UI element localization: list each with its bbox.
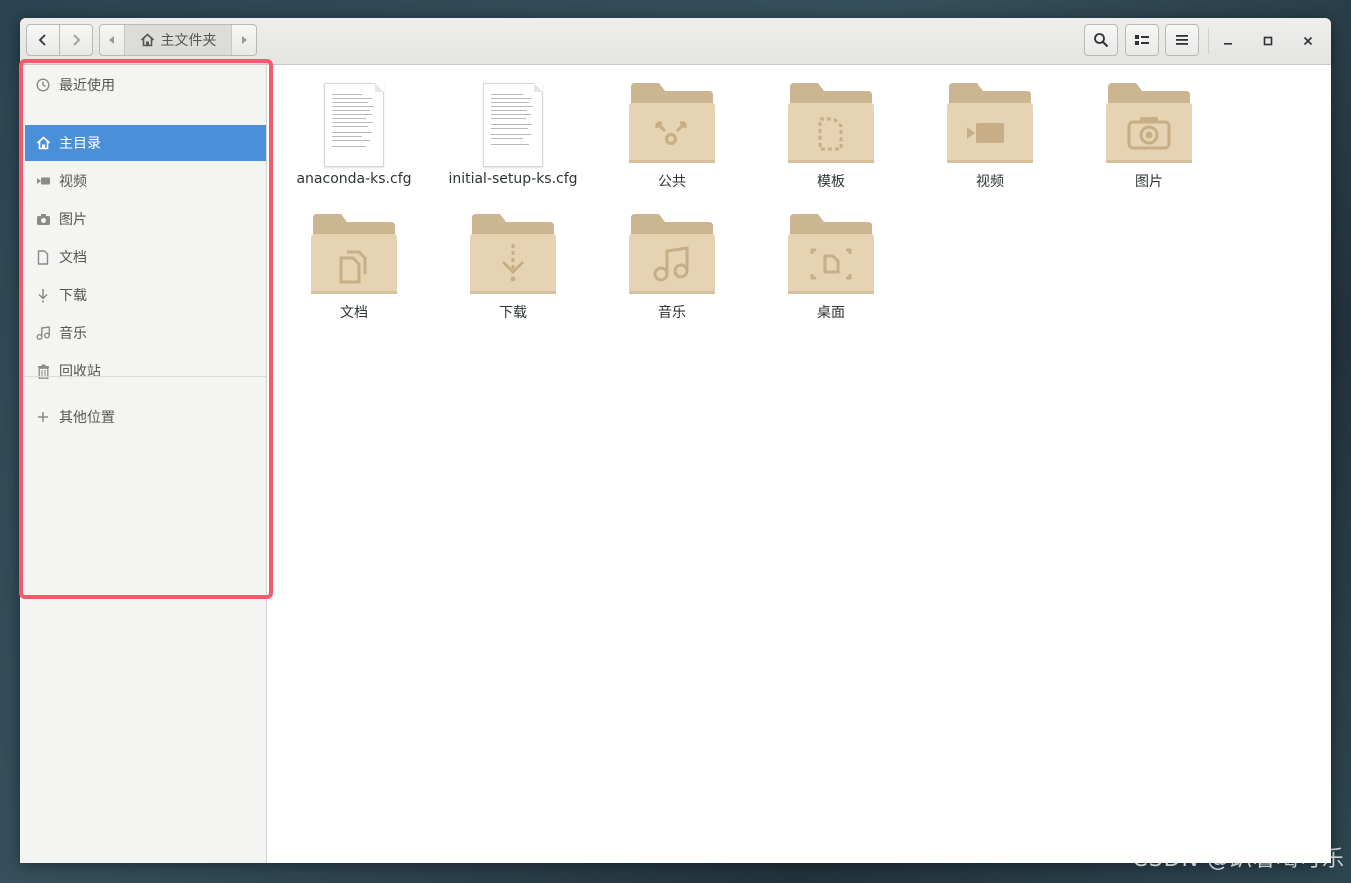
download-icon xyxy=(35,287,51,303)
sidebar-item-recent[interactable]: 最近使用 xyxy=(25,67,266,103)
sidebar-item-label: 回收站 xyxy=(59,364,101,380)
path-item-label: 主文件夹 xyxy=(160,33,217,49)
forward-button[interactable] xyxy=(59,24,93,56)
folder-videos-icon xyxy=(945,77,1035,167)
video-icon xyxy=(35,173,51,189)
path-scroll-right-button[interactable] xyxy=(231,25,256,55)
minimize-button[interactable] xyxy=(1215,28,1241,54)
view-mode-button[interactable] xyxy=(1125,24,1159,56)
file-item[interactable]: anaconda-ks.cfg xyxy=(284,77,424,197)
maximize-icon xyxy=(1263,36,1273,46)
folder-name: 模板 xyxy=(817,174,845,190)
sidebar-item-label: 最近使用 xyxy=(59,78,115,94)
folder-item[interactable]: 视频 xyxy=(920,77,1060,197)
camera-icon xyxy=(35,211,51,227)
sidebar: 最近使用 主目录 视频 图片 文档 下载 音乐 回收站 其他位置 xyxy=(20,65,267,863)
folder-documents-icon xyxy=(309,208,399,298)
folder-name: 图片 xyxy=(1135,174,1163,190)
sidebar-item-label: 主目录 xyxy=(59,136,101,152)
file-grid: anaconda-ks.cfg initial-setup-ks.cfg 公共 … xyxy=(267,65,1331,863)
sidebar-item-downloads[interactable]: 下载 xyxy=(25,277,266,313)
sidebar-item-label: 视频 xyxy=(59,174,87,190)
sidebar-item-label: 图片 xyxy=(59,212,87,228)
folder-name: 文档 xyxy=(340,305,368,321)
file-manager-window: 主文件夹 最近使用 主目录 视频 图片 文档 下载 音乐 回收站 其他位置 an… xyxy=(20,18,1331,863)
triangle-right-icon xyxy=(242,36,247,44)
triangle-left-icon xyxy=(109,36,114,44)
text-file-icon xyxy=(309,77,399,167)
text-file-icon xyxy=(468,77,558,167)
sidebar-item-label: 下载 xyxy=(59,288,87,304)
folder-item[interactable]: 桌面 xyxy=(761,208,901,328)
headerbar-separator xyxy=(1208,28,1209,54)
sidebar-item-pictures[interactable]: 图片 xyxy=(25,201,266,237)
hamburger-icon xyxy=(1176,35,1188,45)
music-icon xyxy=(35,325,51,341)
back-button[interactable] xyxy=(26,24,60,56)
path-item-home[interactable]: 主文件夹 xyxy=(124,25,231,55)
file-name: initial-setup-ks.cfg xyxy=(448,171,578,187)
sidebar-item-other-locations[interactable]: 其他位置 xyxy=(25,399,266,435)
folder-name: 音乐 xyxy=(658,305,686,321)
folder-item[interactable]: 音乐 xyxy=(602,208,742,328)
home-icon xyxy=(140,33,154,47)
search-icon xyxy=(1094,33,1109,48)
path-scroll-left-button[interactable] xyxy=(100,25,124,55)
home-icon xyxy=(35,135,51,151)
close-button[interactable] xyxy=(1295,28,1321,54)
folder-music-icon xyxy=(627,208,717,298)
folder-public-icon xyxy=(627,77,717,167)
search-button[interactable] xyxy=(1084,24,1118,56)
folder-item[interactable]: 图片 xyxy=(1079,77,1219,197)
folder-name: 下载 xyxy=(499,305,527,321)
folder-name: 视频 xyxy=(976,174,1004,190)
folder-name: 公共 xyxy=(658,174,686,190)
plus-icon xyxy=(35,409,51,425)
folder-item[interactable]: 公共 xyxy=(602,77,742,197)
file-name: anaconda-ks.cfg xyxy=(296,171,412,187)
list-view-icon xyxy=(1135,35,1149,45)
sidebar-item-label: 音乐 xyxy=(59,326,87,342)
folder-templates-icon xyxy=(786,77,876,167)
watermark: CSDN @趴着喝可乐 xyxy=(1132,847,1345,872)
folder-item[interactable]: 模板 xyxy=(761,77,901,197)
folder-item[interactable]: 下载 xyxy=(443,208,583,328)
sidebar-item-home[interactable]: 主目录 xyxy=(25,125,266,161)
maximize-button[interactable] xyxy=(1255,28,1281,54)
menu-button[interactable] xyxy=(1165,24,1199,56)
folder-downloads-icon xyxy=(468,208,558,298)
folder-name: 桌面 xyxy=(817,305,845,321)
close-icon xyxy=(1303,36,1313,46)
sidebar-item-label: 其他位置 xyxy=(59,410,115,426)
minimize-icon xyxy=(1224,43,1232,45)
sidebar-item-videos[interactable]: 视频 xyxy=(25,163,266,199)
sidebar-separator xyxy=(25,376,266,377)
folder-item[interactable]: 文档 xyxy=(284,208,424,328)
folder-pictures-icon xyxy=(1104,77,1194,167)
sidebar-item-trash[interactable]: 回收站 xyxy=(25,353,266,389)
document-icon xyxy=(35,249,51,265)
folder-desktop-icon xyxy=(786,208,876,298)
chevron-right-icon xyxy=(73,34,81,46)
pathbar: 主文件夹 xyxy=(99,24,257,56)
headerbar: 主文件夹 xyxy=(20,18,1331,65)
chevron-left-icon xyxy=(38,34,46,46)
sidebar-item-music[interactable]: 音乐 xyxy=(25,315,266,351)
file-item[interactable]: initial-setup-ks.cfg xyxy=(443,77,583,197)
recent-icon xyxy=(35,77,51,93)
sidebar-item-documents[interactable]: 文档 xyxy=(25,239,266,275)
sidebar-item-label: 文档 xyxy=(59,250,87,266)
